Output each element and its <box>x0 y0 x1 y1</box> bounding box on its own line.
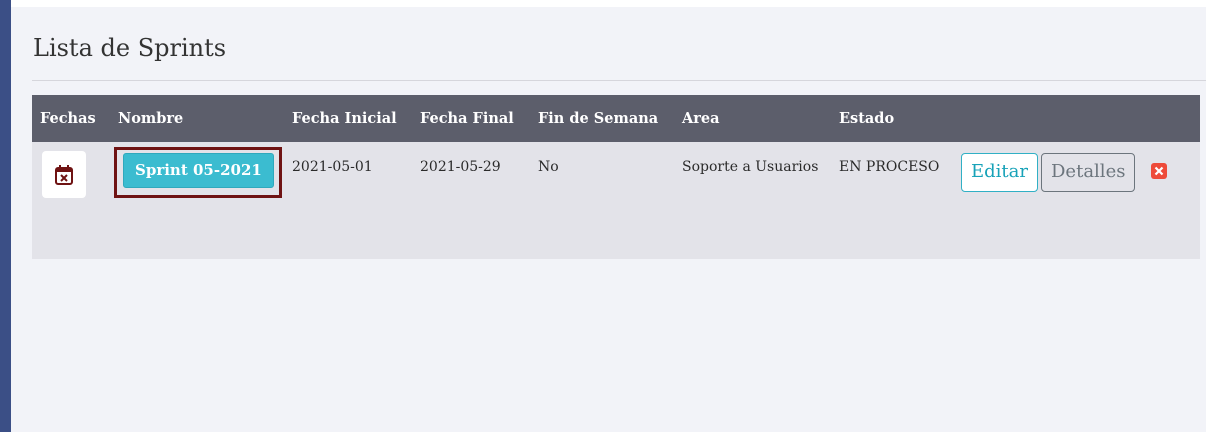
sprint-name-button[interactable]: Sprint 05-2021 <box>123 153 274 188</box>
cell-fin-de-semana: No <box>538 159 559 175</box>
cell-nombre: Sprint 05-2021 <box>110 142 284 259</box>
table-header-row: Fechas Nombre Fecha Inicial Fecha Final … <box>32 95 1200 142</box>
sprints-table: Fechas Nombre Fecha Inicial Fecha Final … <box>32 95 1200 259</box>
column-header-actions <box>953 95 1200 142</box>
cell-actions: Editar Detalles <box>953 142 1200 259</box>
column-header-area: Area <box>682 110 720 127</box>
sidebar-edge <box>0 0 11 432</box>
cell-fechas <box>32 142 110 259</box>
cell-fecha-inicial: 2021-05-01 <box>292 159 373 175</box>
calendar-x-icon <box>55 164 73 185</box>
delete-button[interactable] <box>1151 163 1168 179</box>
column-header-fecha-inicial: Fecha Inicial <box>292 110 397 127</box>
close-icon <box>1155 166 1164 176</box>
cell-fecha-final: 2021-05-29 <box>420 159 501 175</box>
title-divider <box>32 80 1206 81</box>
cell-area: Soporte a Usuarios <box>682 159 819 175</box>
page-title: Lista de Sprints <box>33 34 227 62</box>
column-header-fin-de-semana: Fin de Semana <box>538 110 659 127</box>
details-button[interactable]: Detalles <box>1041 153 1136 192</box>
column-header-fecha-final: Fecha Final <box>420 110 514 127</box>
row-actions: Editar Detalles <box>961 153 1200 192</box>
edit-button[interactable]: Editar <box>961 153 1038 192</box>
calendar-button[interactable] <box>42 151 86 198</box>
cell-estado: EN PROCESO <box>839 159 940 175</box>
highlight-frame: Sprint 05-2021 <box>114 147 282 198</box>
top-bar <box>11 0 1206 7</box>
column-header-estado: Estado <box>839 110 895 127</box>
column-header-nombre: Nombre <box>118 110 184 127</box>
column-header-fechas: Fechas <box>40 110 96 127</box>
table-row: Sprint 05-2021 2021-05-01 2021-05-29 No … <box>32 142 1200 259</box>
